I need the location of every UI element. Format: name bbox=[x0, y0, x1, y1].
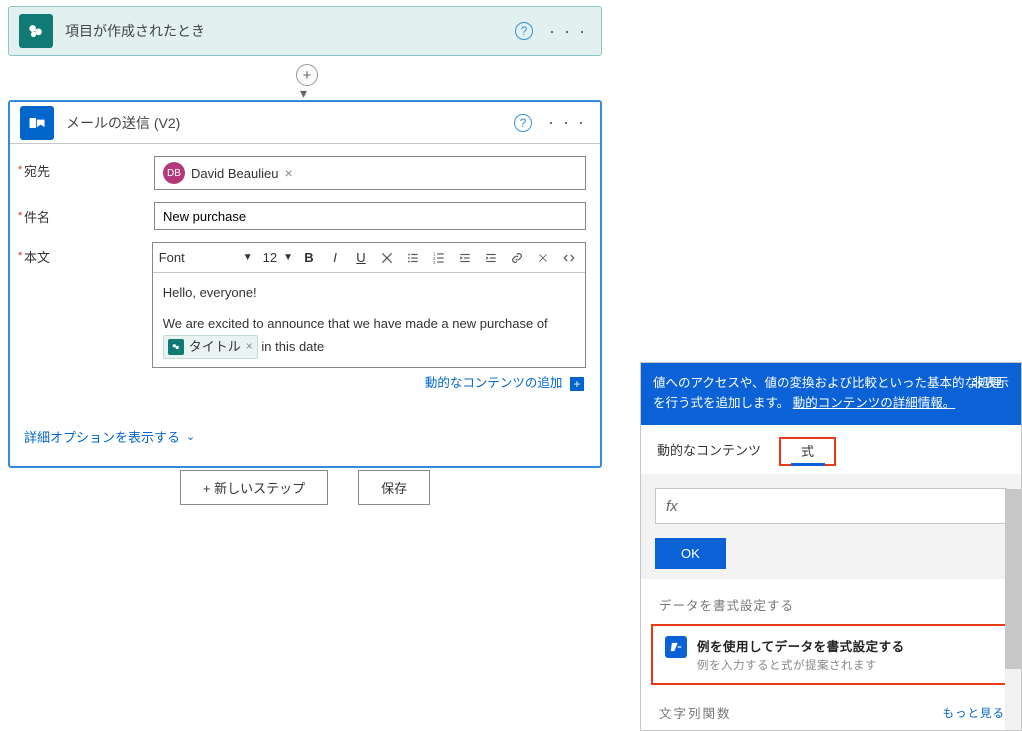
to-label: *宛先 bbox=[24, 156, 154, 190]
help-icon[interactable]: ? bbox=[514, 114, 532, 132]
number-list-button[interactable]: 123 bbox=[429, 248, 449, 268]
link-button[interactable] bbox=[507, 248, 527, 268]
dynamic-token-title[interactable]: タイトル × bbox=[163, 335, 258, 360]
remove-recipient-icon[interactable]: × bbox=[284, 165, 292, 181]
bold-button[interactable]: B bbox=[299, 248, 319, 268]
chevron-down-icon[interactable]: ▼ bbox=[283, 252, 293, 263]
recipient-pill[interactable]: DB David Beaulieu × bbox=[161, 160, 299, 186]
add-dynamic-content-link[interactable]: 動的なコンテンツの追加 bbox=[425, 376, 563, 390]
help-icon[interactable]: ? bbox=[515, 22, 533, 40]
sharepoint-icon bbox=[19, 14, 53, 48]
send-email-action-card: メールの送信 (V2) ? · · · *宛先 DB David Beaulie… bbox=[8, 100, 602, 468]
to-input[interactable]: DB David Beaulieu × bbox=[154, 156, 586, 190]
add-dynamic-content-plus-icon[interactable]: + bbox=[570, 377, 584, 391]
active-tab-indicator bbox=[791, 463, 825, 466]
indent-button[interactable] bbox=[481, 248, 501, 268]
chevron-down-icon[interactable]: ▼ bbox=[243, 252, 253, 263]
suggest-title: 例を使用してデータを書式設定する bbox=[697, 636, 905, 655]
underline-button[interactable]: U bbox=[351, 248, 371, 268]
font-select[interactable]: Font bbox=[159, 250, 237, 265]
action-header[interactable]: メールの送信 (V2) ? · · · bbox=[10, 102, 600, 144]
body-text: We are excited to announce that we have … bbox=[163, 314, 575, 335]
more-icon[interactable]: · · · bbox=[544, 112, 590, 133]
rich-text-body[interactable]: Hello, everyone! We are excited to annou… bbox=[153, 273, 585, 367]
see-more-link[interactable]: もっと見る bbox=[943, 705, 1006, 721]
outdent-button[interactable] bbox=[455, 248, 475, 268]
subject-label: *件名 bbox=[24, 202, 154, 230]
panel-header: 値へのアクセスや、値の変換および比較といった基本的な処理を行う式を追加します。 … bbox=[641, 363, 1021, 425]
add-step-plus-button[interactable]: + bbox=[296, 64, 318, 86]
bullet-list-button[interactable] bbox=[403, 248, 423, 268]
expression-input[interactable]: fx bbox=[655, 488, 1007, 524]
save-button[interactable]: 保存 bbox=[358, 470, 430, 505]
more-icon[interactable]: · · · bbox=[545, 21, 591, 42]
hide-panel-link[interactable]: 非表示 bbox=[971, 373, 1009, 393]
fx-icon: fx bbox=[666, 498, 678, 515]
show-advanced-options-link[interactable]: 詳細オプションを表示する⌄ bbox=[10, 409, 600, 466]
section-format-data: データを書式設定する bbox=[641, 579, 1021, 624]
format-icon bbox=[665, 636, 687, 658]
italic-button[interactable]: I bbox=[325, 248, 345, 268]
suggest-subtitle: 例を入力すると式が提案されます bbox=[697, 657, 905, 673]
trigger-title: 項目が作成されたとき bbox=[65, 21, 515, 41]
ok-button[interactable]: OK bbox=[655, 538, 726, 569]
tab-expression[interactable]: 式 bbox=[779, 437, 836, 466]
scrollbar-thumb[interactable] bbox=[1005, 489, 1021, 669]
code-view-button[interactable] bbox=[559, 248, 579, 268]
outlook-icon bbox=[20, 106, 54, 140]
rich-text-editor: Font ▼ 12 ▼ B I U 123 bbox=[152, 242, 586, 368]
font-size-select[interactable]: 12 bbox=[263, 250, 277, 265]
panel-scrollbar[interactable] bbox=[1005, 489, 1021, 730]
remove-token-icon[interactable]: × bbox=[246, 337, 253, 356]
category-string-functions: 文字列関数 bbox=[659, 703, 732, 722]
body-text: Hello, everyone! bbox=[163, 283, 575, 304]
clear-format-button[interactable] bbox=[533, 248, 553, 268]
svg-text:3: 3 bbox=[433, 259, 436, 264]
tab-dynamic-content[interactable]: 動的なコンテンツ bbox=[657, 440, 761, 463]
color-button[interactable] bbox=[377, 248, 397, 268]
body-label: *本文 bbox=[24, 242, 152, 391]
rich-text-toolbar: Font ▼ 12 ▼ B I U 123 bbox=[153, 243, 585, 273]
dynamic-content-panel: 値へのアクセスや、値の変換および比較といった基本的な処理を行う式を追加します。 … bbox=[640, 362, 1022, 731]
sharepoint-icon bbox=[168, 339, 184, 355]
action-title: メールの送信 (V2) bbox=[66, 113, 514, 133]
format-data-by-example-card[interactable]: 例を使用してデータを書式設定する 例を入力すると式が提案されます bbox=[651, 624, 1011, 685]
new-step-button[interactable]: + 新しいステップ bbox=[180, 470, 328, 505]
recipient-name: David Beaulieu bbox=[191, 166, 278, 181]
dynamic-content-info-link[interactable]: 動的コンテンツの詳細情報。 bbox=[793, 396, 956, 410]
subject-input[interactable] bbox=[154, 202, 586, 230]
avatar: DB bbox=[163, 162, 185, 184]
chevron-down-icon: ⌄ bbox=[186, 430, 195, 443]
trigger-card[interactable]: 項目が作成されたとき ? · · · bbox=[8, 6, 602, 56]
